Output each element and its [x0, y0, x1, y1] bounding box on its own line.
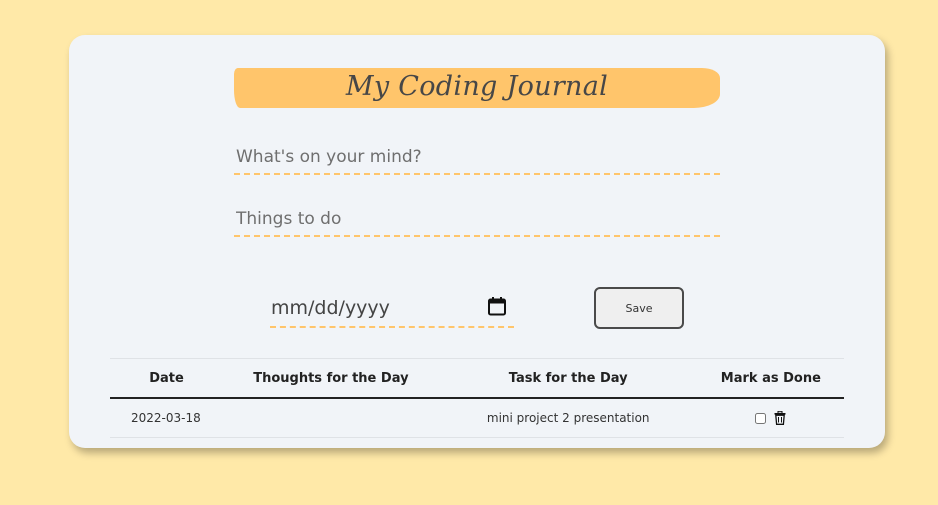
- row-date: 2022-03-18: [110, 398, 224, 438]
- row-task: mini project 2 presentation: [438, 398, 698, 438]
- trash-icon[interactable]: [774, 411, 786, 426]
- task-input[interactable]: [234, 203, 720, 237]
- date-input[interactable]: mm/dd/yyyy: [270, 292, 514, 328]
- header-mark-done: Mark as Done: [697, 358, 844, 399]
- header-date: Date: [110, 358, 224, 399]
- row-actions: [697, 398, 844, 438]
- title-banner: My Coding Journal: [234, 68, 720, 108]
- table-row: 2022-03-18 mini project 2 presentation: [110, 398, 844, 438]
- header-thoughts: Thoughts for the Day: [223, 358, 439, 399]
- thought-input[interactable]: [234, 141, 720, 175]
- mark-done-checkbox[interactable]: [755, 412, 767, 424]
- page-title: My Coding Journal: [345, 71, 609, 102]
- save-button[interactable]: Save: [594, 287, 684, 329]
- row-thought: [223, 398, 439, 438]
- journal-card: My Coding Journal mm/dd/yyyy Save Date T…: [69, 35, 885, 448]
- table-header-row: Date Thoughts for the Day Task for the D…: [110, 358, 844, 399]
- date-placeholder: mm/dd/yyyy: [271, 297, 390, 319]
- journal-table: Date Thoughts for the Day Task for the D…: [110, 358, 844, 438]
- header-task: Task for the Day: [438, 358, 698, 399]
- calendar-icon[interactable]: [487, 296, 507, 316]
